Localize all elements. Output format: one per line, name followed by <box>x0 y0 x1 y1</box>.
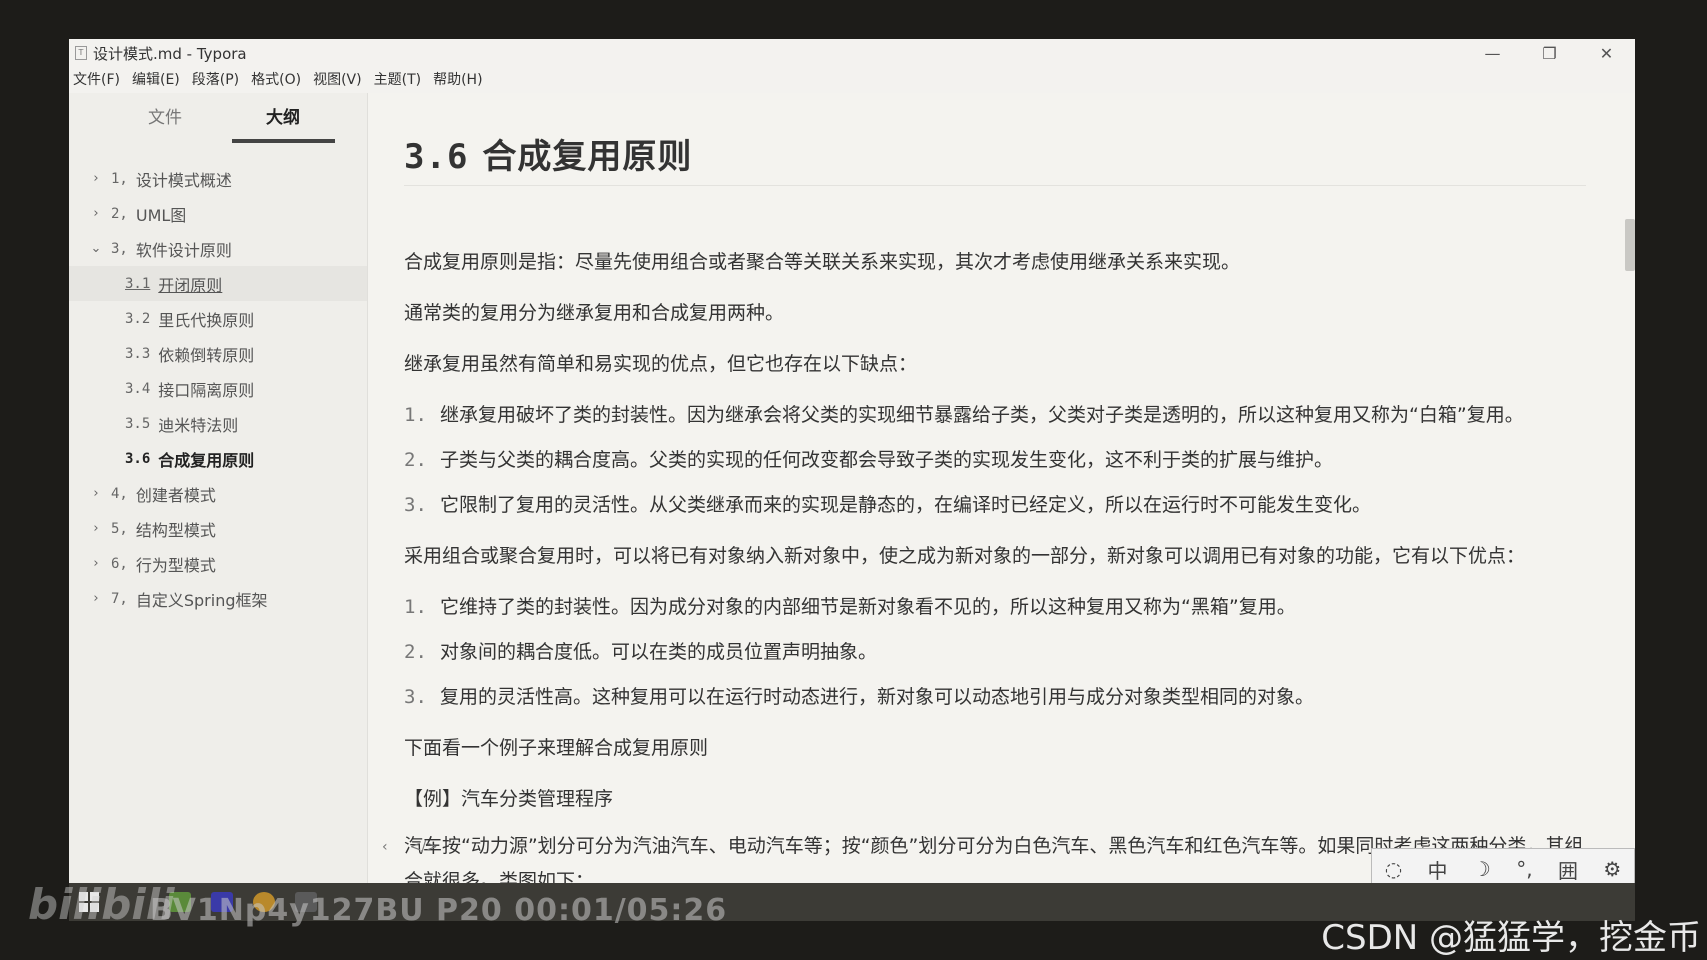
minimize-button[interactable]: — <box>1464 39 1521 67</box>
tab-files[interactable]: 文件 <box>113 103 217 128</box>
ime-settings-icon[interactable]: ⚙ <box>1603 857 1621 881</box>
window-title: 设计模式.md - Typora <box>93 44 247 63</box>
outline-item-hovered[interactable]: 3.1 开闭原则 <box>69 266 367 301</box>
paragraph: 继承复用虽然有简单和易实现的优点，但它也存在以下缺点： <box>404 353 918 375</box>
source-code-mode-icon[interactable]: </> <box>410 839 438 855</box>
outline-item[interactable]: › 7, 自定义Spring框架 <box>69 581 367 616</box>
outline-item[interactable]: 3.3 依赖倒转原则 <box>69 336 367 371</box>
outline-list: › 1, 设计模式概述 › 2, UML图 ⌄ 3, 软件设计原则 3.1 开闭… <box>69 161 367 616</box>
ime-keyboard-icon[interactable]: 囲 <box>1558 855 1578 884</box>
list-item: 2. 子类与父类的耦合度高。父类的实现的任何改变都会导致子类的实现发生变化，这不利… <box>404 449 1334 471</box>
paragraph: 合成复用原则是指：尽量先使用组合或者聚合等关联关系来实现，其次才考虑使用继承关系… <box>404 251 1241 273</box>
chevron-right-icon[interactable]: › <box>89 171 103 186</box>
list-item: 3. 它限制了复用的灵活性。从父类继承而来的实现是静态的，在编译时已经定义，所以在… <box>404 494 1372 516</box>
editor-content[interactable]: 3.6 合成复用原则 合成复用原则是指：尽量先使用组合或者聚合等关联关系来实现，其… <box>368 93 1635 883</box>
active-tab-indicator <box>232 139 335 143</box>
editor-footer: ‹ </> <box>382 839 438 855</box>
chevron-right-icon[interactable]: › <box>89 486 103 501</box>
ime-chinese-mode[interactable]: 中 <box>1428 855 1448 884</box>
outline-item[interactable]: › 5, 结构型模式 <box>69 511 367 546</box>
outline-item[interactable]: › 1, 设计模式概述 <box>69 161 367 196</box>
typora-app-icon: T <box>75 46 87 60</box>
scrollbar-thumb[interactable] <box>1625 219 1635 271</box>
close-button[interactable]: ✕ <box>1578 39 1635 67</box>
paragraph: 采用组合或聚合复用时，可以将已有对象纳入新对象中，使之成为新对象的一部分，新对象… <box>404 545 1526 567</box>
list-item: 2. 对象间的耦合度低。可以在类的成员位置声明抽象。 <box>404 641 878 663</box>
menu-file[interactable]: 文件(F) <box>69 69 128 91</box>
menu-view[interactable]: 视图(V) <box>309 69 370 91</box>
menu-edit[interactable]: 编辑(E) <box>128 69 188 91</box>
chevron-right-icon[interactable]: › <box>89 591 103 606</box>
restore-button[interactable]: ❐ <box>1521 39 1578 67</box>
typora-window: T 设计模式.md - Typora — ❐ ✕ 文件(F) 编辑(E) 段落(… <box>69 39 1635 883</box>
menu-bar: 文件(F) 编辑(E) 段落(P) 格式(O) 视图(V) 主题(T) 帮助(H… <box>69 69 491 91</box>
list-item: 1. 继承复用破坏了类的封装性。因为继承会将父类的实现细节暴露给子类，父类对子类是… <box>404 404 1524 426</box>
menu-format[interactable]: 格式(O) <box>247 69 309 91</box>
outline-item-active[interactable]: 3.6 合成复用原则 <box>69 441 367 476</box>
menu-help[interactable]: 帮助(H) <box>429 69 490 91</box>
outline-item[interactable]: 3.2 里氏代换原则 <box>69 301 367 336</box>
outline-item[interactable]: 3.4 接口隔离原则 <box>69 371 367 406</box>
chevron-right-icon[interactable]: › <box>89 521 103 536</box>
ime-moon-icon[interactable]: ☽ <box>1473 857 1491 881</box>
chevron-down-icon[interactable]: ⌄ <box>89 241 103 256</box>
toggle-sidebar-icon[interactable]: ‹ <box>382 839 388 855</box>
paragraph: 下面看一个例子来理解合成复用原则 <box>404 737 709 759</box>
outline-item[interactable]: › 4, 创建者模式 <box>69 476 367 511</box>
outline-item[interactable]: 3.5 迪米特法则 <box>69 406 367 441</box>
tab-outline[interactable]: 大纲 <box>231 103 335 128</box>
page-title: 3.6 合成复用原则 <box>404 137 693 177</box>
list-item: 1. 它维持了类的封装性。因为成分对象的内部细节是新对象看不见的，所以这种复用又称… <box>404 596 1296 618</box>
csdn-watermark: CSDN @猛猛学，挖金币 <box>1321 918 1701 958</box>
chevron-right-icon[interactable]: › <box>89 556 103 571</box>
chevron-right-icon[interactable]: › <box>89 206 103 221</box>
list-item: 3. 复用的灵活性高。这种复用可以在运行时动态进行，新对象可以动态地引用与成分对象… <box>404 686 1315 708</box>
outline-item[interactable]: › 6, 行为型模式 <box>69 546 367 581</box>
menu-theme[interactable]: 主题(T) <box>370 69 429 91</box>
heading-divider <box>404 185 1586 186</box>
sidebar: 文件 大纲 › 1, 设计模式概述 › 2, UML图 ⌄ 3, 软件设计原则 … <box>69 93 368 883</box>
paragraph: 通常类的复用分为继承复用和合成复用两种。 <box>404 302 785 324</box>
title-bar: T 设计模式.md - Typora — ❐ ✕ <box>69 39 1635 67</box>
ime-punctuation-icon[interactable]: °, <box>1516 857 1532 881</box>
outline-item[interactable]: ⌄ 3, 软件设计原则 <box>69 231 367 266</box>
paragraph: 【例】汽车分类管理程序 <box>404 788 614 810</box>
video-info: BV1Np4y127BU P20 00:01/05:26 <box>150 893 728 928</box>
menu-paragraph[interactable]: 段落(P) <box>188 69 247 91</box>
outline-item[interactable]: › 2, UML图 <box>69 196 367 231</box>
ime-logo-icon[interactable]: ◌ <box>1385 857 1402 881</box>
